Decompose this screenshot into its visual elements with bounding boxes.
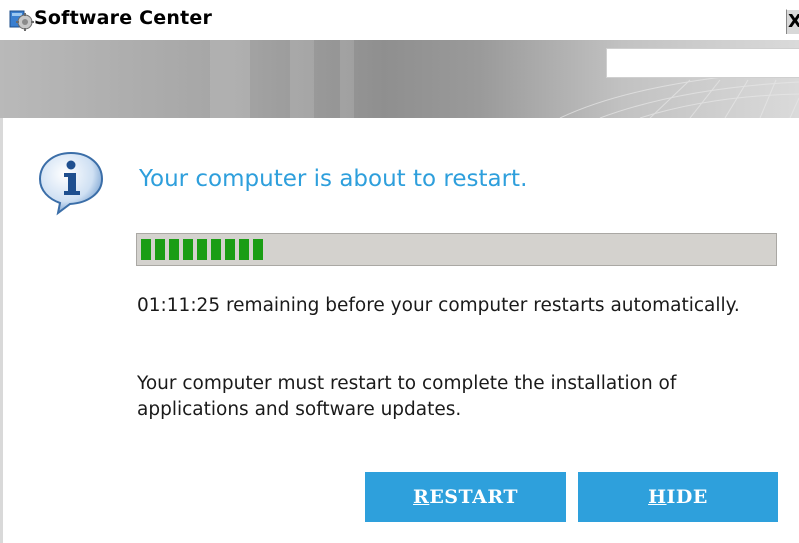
hide-button[interactable]: HIDE [578, 472, 778, 522]
header-banner [0, 40, 799, 118]
title-bar[interactable]: Software Center X [0, 0, 799, 40]
close-button[interactable]: X [786, 9, 799, 34]
search-input[interactable] [606, 48, 799, 78]
countdown-message: 01:11:25 remaining before your computer … [137, 295, 740, 316]
hide-button-mnemonic: H [648, 486, 667, 508]
hide-button-label: IDE [666, 486, 708, 508]
restart-button[interactable]: RESTART [365, 472, 566, 522]
software-center-icon [9, 10, 34, 31]
progress-fill [141, 239, 263, 260]
left-border [0, 118, 3, 543]
dialog-headline: Your computer is about to restart. [139, 166, 528, 192]
window-title: Software Center [34, 7, 213, 29]
restart-progress-bar [136, 233, 777, 266]
info-balloon-icon [38, 151, 104, 216]
restart-button-mnemonic: R [413, 486, 430, 508]
restart-button-label: ESTART [429, 486, 518, 508]
restart-reason-message: Your computer must restart to complete t… [137, 373, 677, 420]
